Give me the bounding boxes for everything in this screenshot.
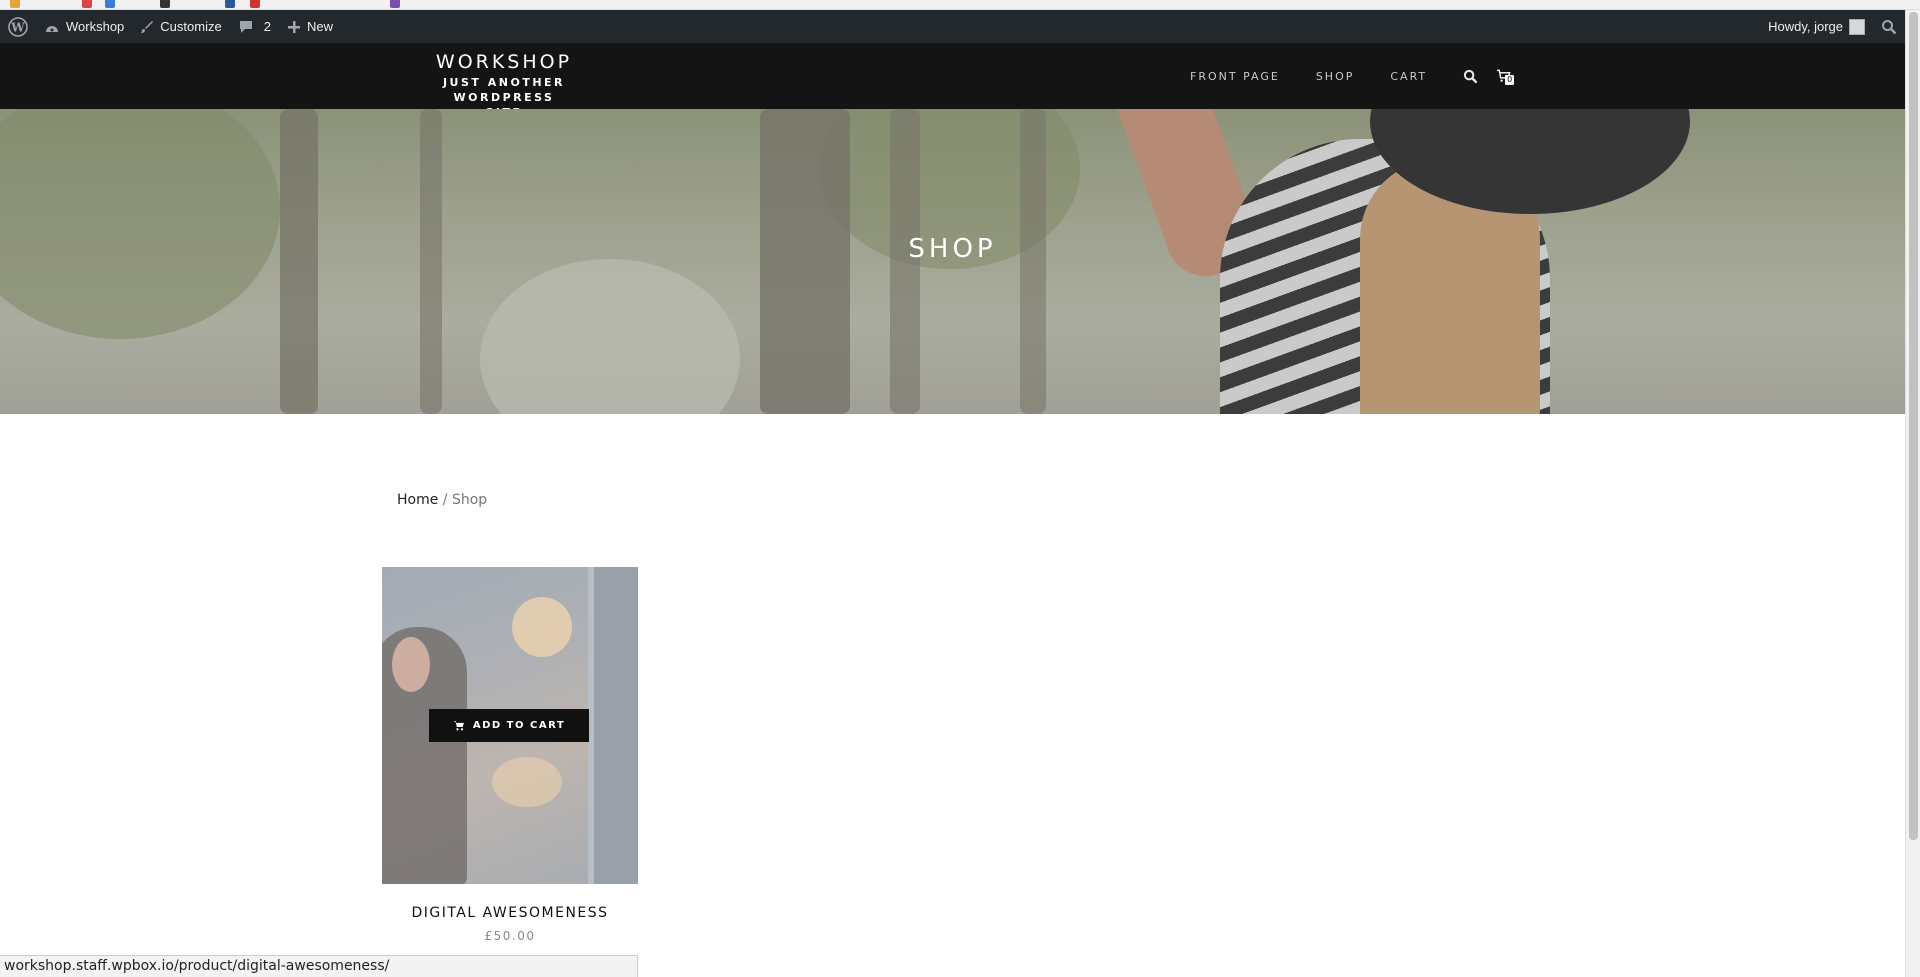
page-title: SHOP xyxy=(908,234,997,264)
admin-search-button[interactable] xyxy=(1873,10,1905,43)
site-tagline-line: JUST ANOTHER WORDPRESS xyxy=(442,76,566,104)
new-content-menu[interactable]: New xyxy=(279,10,341,43)
site-name-menu[interactable]: Workshop xyxy=(36,10,132,43)
cart-count-badge: 0 xyxy=(1505,75,1515,85)
bookmark-favicon[interactable] xyxy=(390,0,400,8)
dashboard-icon xyxy=(46,25,58,32)
cart-icon xyxy=(453,721,464,731)
add-to-cart-button[interactable]: ADD TO CART xyxy=(429,709,589,742)
header-cart-button[interactable]: 0 xyxy=(1496,69,1515,85)
search-icon xyxy=(1463,69,1478,83)
bookmark-favicon[interactable] xyxy=(225,0,235,8)
site-header: WORKSHOP JUST ANOTHER WORDPRESS SITE FRO… xyxy=(0,43,1905,119)
product-name[interactable]: DIGITAL AWESOMENESS xyxy=(382,905,638,921)
wordpress-logo-menu[interactable]: W xyxy=(0,10,36,43)
new-label: New xyxy=(306,19,333,34)
scrollbar-thumb[interactable] xyxy=(1909,12,1918,840)
site-name-label: Workshop xyxy=(66,19,125,34)
avatar xyxy=(1849,18,1865,35)
browser-status-bar: workshop.staff.wpbox.io/product/digital-… xyxy=(0,955,638,977)
product-card: ADD TO CART DIGITAL AWESOMENESS £50.00 xyxy=(382,567,638,943)
site-title[interactable]: WORKSHOP xyxy=(398,51,610,73)
breadcrumb-home-link[interactable]: Home xyxy=(397,492,438,508)
apps-icon[interactable] xyxy=(10,0,20,8)
bookmarks-bar xyxy=(0,0,1920,10)
breadcrumb-separator: / xyxy=(438,492,452,508)
nav-item-cart[interactable]: CART xyxy=(1390,70,1427,83)
hero-banner: SHOP xyxy=(0,109,1905,414)
status-url: workshop.staff.wpbox.io/product/digital-… xyxy=(4,958,390,974)
bookmark-favicon[interactable] xyxy=(160,0,170,8)
my-account-menu[interactable]: Howdy, jorge xyxy=(1760,10,1873,43)
product-price: £50.00 xyxy=(484,929,536,943)
customize-link[interactable]: Customize xyxy=(132,10,229,43)
plus-icon xyxy=(287,20,300,33)
svg-text:W: W xyxy=(10,20,25,34)
bookmark-favicon[interactable] xyxy=(105,0,115,8)
comments-count: 2 xyxy=(263,19,271,34)
wordpress-icon: W xyxy=(8,16,28,37)
nav-item-front-page[interactable]: FRONT PAGE xyxy=(1190,70,1280,83)
bookmark-favicon[interactable] xyxy=(250,0,260,8)
nav-item-shop[interactable]: SHOP xyxy=(1316,70,1355,83)
bookmark-favicon[interactable] xyxy=(82,0,92,8)
comments-link[interactable]: 2 xyxy=(230,10,279,43)
wp-admin-bar: W Workshop Customize 2 New Howdy, jorge xyxy=(0,10,1905,43)
add-to-cart-label: ADD TO CART xyxy=(472,720,566,731)
page-scrollbar[interactable] xyxy=(1905,10,1920,977)
brush-icon xyxy=(141,20,154,33)
comment-icon xyxy=(239,20,252,33)
breadcrumb: Home / Shop xyxy=(397,492,487,508)
product-image[interactable]: ADD TO CART xyxy=(382,567,638,884)
primary-navigation: FRONT PAGE SHOP CART 0 xyxy=(1190,43,1529,109)
customize-label: Customize xyxy=(160,19,222,34)
header-search-button[interactable] xyxy=(1463,69,1478,84)
howdy-label: Howdy, jorge xyxy=(1768,19,1843,34)
breadcrumb-current: Shop xyxy=(451,492,488,508)
search-icon xyxy=(1882,19,1897,34)
